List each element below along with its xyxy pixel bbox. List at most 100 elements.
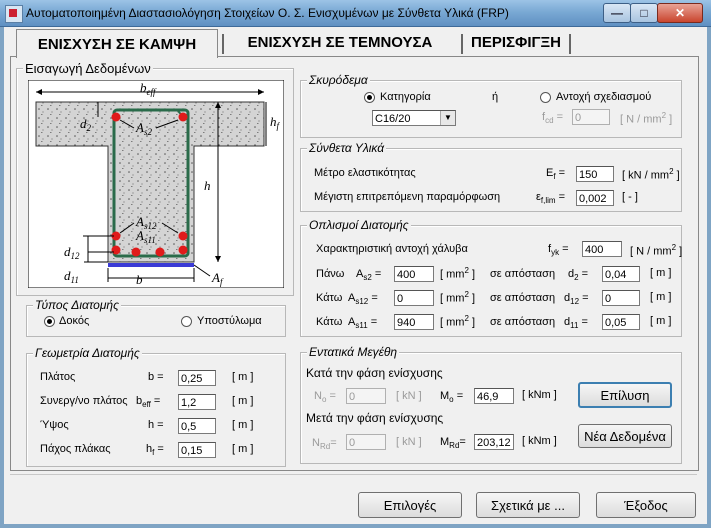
d2-input[interactable]: 0,04 <box>602 266 640 282</box>
app-icon <box>5 5 23 23</box>
concrete-group: Σκυρόδεμα <box>300 73 682 138</box>
window-title: Αυτοματοποιημένη Διαστασιολόγηση Στοιχεί… <box>26 6 509 20</box>
strain-label: Μέγιστη επιτρεπόμενη παραμόρφωση <box>314 191 501 203</box>
as12-position: Κάτω <box>316 292 343 304</box>
width-symbol: b = <box>148 371 164 383</box>
strain-unit: [ - ] <box>622 191 638 203</box>
composites-title: Σύνθετα Υλικά <box>307 141 387 155</box>
label-af: A <box>211 270 220 285</box>
input-data-title: Εισαγωγή Δεδομένων <box>23 61 153 76</box>
during-strengthening-label: Κατά την φάση ενίσχυσης <box>306 366 443 380</box>
modulus-unit: [ kN / mm2 ] <box>622 167 680 182</box>
tab-separator <box>222 34 224 54</box>
d2-unit: [ m ] <box>650 267 672 279</box>
eff-width-label: Συνεργ/νο πλάτος <box>40 395 128 407</box>
actions-title: Εντατικά Μεγέθη <box>307 345 400 359</box>
top-bar <box>178 112 188 122</box>
as11-distance-label: σε απόσταση <box>490 316 556 328</box>
tab-confinement[interactable]: ΠΕΡΙΣΦΙΓΞΗ <box>466 29 566 55</box>
bottom-bar <box>111 245 121 255</box>
bottom-bar <box>178 245 188 255</box>
label-h: h <box>204 178 211 193</box>
mo-input[interactable]: 46,9 <box>474 388 514 404</box>
radio-column[interactable] <box>181 316 192 327</box>
label-as12: A <box>135 214 144 229</box>
strain-input[interactable]: 0,002 <box>576 190 614 206</box>
radio-beam-label: Δοκός <box>59 315 90 327</box>
label-b: b <box>136 272 143 287</box>
d2-symbol: d2 = <box>568 268 589 283</box>
bottom-bar <box>155 247 165 257</box>
fyk-symbol: fyk = <box>548 243 569 258</box>
modulus-label: Μέτρο ελαστικότητας <box>314 167 416 179</box>
or-label: ή <box>492 91 499 103</box>
radio-design-strength[interactable] <box>540 92 551 103</box>
slab-thickness-unit: [ m ] <box>232 443 254 455</box>
tab-separator <box>461 34 463 54</box>
no-input[interactable]: 0 <box>346 388 386 404</box>
mrd-input[interactable]: 203,12 <box>474 434 514 450</box>
d11-unit: [ m ] <box>650 315 672 327</box>
new-data-button[interactable]: Νέα Δεδομένα <box>578 424 672 448</box>
as11-symbol: As11 = <box>348 316 378 331</box>
strain-symbol: εf,lim = <box>536 191 566 206</box>
modulus-input[interactable]: 150 <box>576 166 614 182</box>
width-label: Πλάτος <box>40 371 76 383</box>
d11-symbol: d11 = <box>564 316 588 331</box>
fcd-symbol: fcd = <box>542 111 564 126</box>
radio-category[interactable] <box>364 92 375 103</box>
as12-input[interactable]: 0 <box>394 290 434 306</box>
no-symbol: No = <box>314 390 336 405</box>
exit-button[interactable]: Έξοδος <box>596 492 696 518</box>
solve-button[interactable]: Επίλυση <box>578 382 672 408</box>
d11-input[interactable]: 0,05 <box>602 314 640 330</box>
as2-unit: [ mm2 ] <box>440 266 476 281</box>
bottom-bar <box>131 247 141 257</box>
mo-unit: [ kNm ] <box>522 389 557 401</box>
width-input[interactable]: 0,25 <box>178 370 216 386</box>
nrd-input[interactable]: 0 <box>346 434 386 450</box>
d12-input[interactable]: 0 <box>602 290 640 306</box>
section-diagram: beff hf h d2 As2 As12 As11 d12 d11 b Af <box>28 80 284 288</box>
minimize-button[interactable]: — <box>603 3 631 23</box>
eff-width-input[interactable]: 1,2 <box>178 394 216 410</box>
radio-design-strength-label: Αντοχή σχεδιασμού <box>556 91 652 103</box>
tab-bending[interactable]: ΕΝΙΣΧΥΣΗ ΣΕ ΚΑΜΨΗ <box>16 29 218 58</box>
chevron-down-icon[interactable]: ▼ <box>440 111 455 125</box>
options-button[interactable]: Επιλογές <box>358 492 462 518</box>
maximize-button[interactable]: □ <box>630 3 658 23</box>
geometry-title: Γεωμετρία Διατομής <box>33 346 142 360</box>
footer-divider <box>10 474 697 475</box>
fcd-input[interactable]: 0 <box>572 109 610 125</box>
as12-symbol: As12 = <box>348 292 378 307</box>
eff-width-symbol: beff = <box>136 395 161 410</box>
as11-position: Κάτω <box>316 316 343 328</box>
no-unit: [ kN ] <box>396 390 422 402</box>
fyk-input[interactable]: 400 <box>582 241 622 257</box>
about-button[interactable]: Σχετικά με ... <box>476 492 580 518</box>
label-as11: A <box>135 228 144 243</box>
frp-strip <box>108 263 194 267</box>
as2-symbol: As2 = <box>356 268 382 283</box>
as2-distance-label: σε απόσταση <box>490 268 556 280</box>
nrd-unit: [ kN ] <box>396 436 422 448</box>
as11-unit: [ mm2 ] <box>440 314 476 329</box>
slab-thickness-label: Πάχος πλάκας <box>40 443 111 455</box>
concrete-category-select[interactable]: C16/20 ▼ <box>372 110 456 126</box>
top-bar <box>111 112 121 122</box>
width-unit: [ m ] <box>232 371 254 383</box>
concrete-title: Σκυρόδεμα <box>307 73 370 87</box>
slab-thickness-input[interactable]: 0,15 <box>178 442 216 458</box>
height-symbol: h = <box>148 419 164 431</box>
tab-separator <box>569 34 571 54</box>
modulus-symbol: Ef = <box>546 167 566 182</box>
d12-symbol: d12 = <box>564 292 589 307</box>
radio-beam[interactable] <box>44 316 55 327</box>
close-button[interactable]: ✕ <box>657 3 703 23</box>
as12-distance-label: σε απόσταση <box>490 292 556 304</box>
radio-column-label: Υποστύλωμα <box>197 315 262 327</box>
as2-input[interactable]: 400 <box>394 266 434 282</box>
height-input[interactable]: 0,5 <box>178 418 216 434</box>
tab-shear[interactable]: ΕΝΙΣΧΥΣΗ ΣΕ ΤΕΜΝΟΥΣΑ <box>225 29 455 55</box>
as11-input[interactable]: 940 <box>394 314 434 330</box>
